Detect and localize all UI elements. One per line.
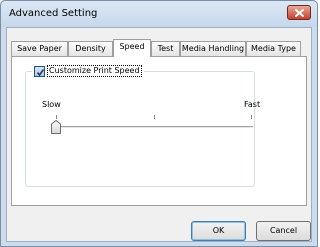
title-bar[interactable]: Advanced Setting — [1, 1, 317, 27]
tab-density[interactable]: Density — [68, 41, 113, 56]
print-speed-slider-thumb[interactable] — [51, 119, 61, 134]
close-icon — [295, 9, 304, 17]
slider-tick — [154, 115, 155, 119]
advanced-setting-dialog: Advanced Setting Save Paper Density Spee… — [0, 0, 318, 247]
window-title: Advanced Setting — [9, 8, 98, 19]
ok-button[interactable]: OK — [191, 221, 246, 241]
customize-print-speed-checkbox[interactable] — [34, 65, 45, 77]
slider-min-label: Slow — [42, 100, 61, 109]
slider-tick — [56, 115, 57, 119]
tab-save-paper[interactable]: Save Paper — [11, 41, 68, 56]
tab-speed[interactable]: Speed — [113, 39, 151, 57]
customize-print-speed-label[interactable]: Customize Print Speed — [47, 65, 142, 77]
close-button[interactable] — [287, 5, 311, 20]
print-speed-slider-track[interactable] — [56, 126, 253, 129]
slider-max-label: Fast — [244, 100, 261, 109]
tab-test[interactable]: Test — [151, 41, 180, 56]
customize-print-speed-row[interactable]: Customize Print Speed — [32, 65, 144, 77]
tab-media-handling[interactable]: Media Handling — [180, 41, 246, 56]
cancel-button[interactable]: Cancel — [256, 221, 311, 241]
slider-tick — [251, 115, 252, 119]
checkmark-icon — [36, 68, 45, 76]
dialog-body: Save Paper Density Speed Test Media Hand… — [6, 27, 312, 242]
tab-media-type[interactable]: Media Type — [246, 41, 301, 56]
